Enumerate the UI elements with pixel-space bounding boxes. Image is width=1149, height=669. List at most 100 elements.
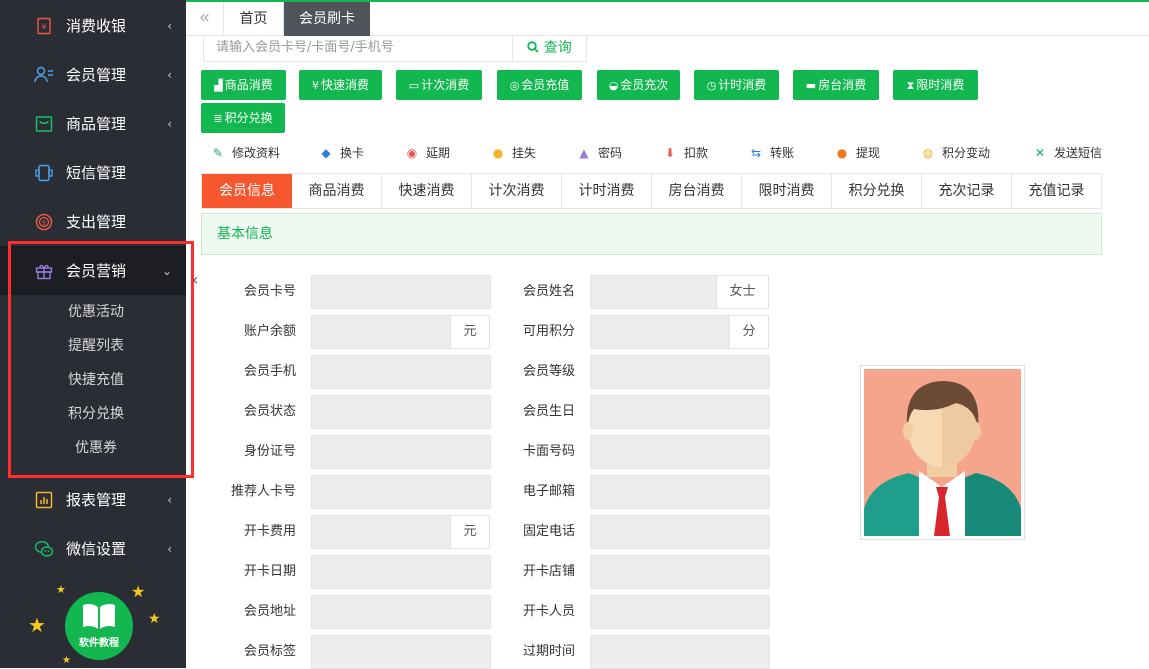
coins-icon: ≣	[213, 112, 223, 125]
subtab-count-consume[interactable]: 计次消费	[472, 174, 562, 208]
tag-icon: ◆	[321, 146, 331, 160]
transfer-link[interactable]: ⇆ 转账	[748, 143, 794, 163]
subtab-room-consume[interactable]: 房台消费	[652, 174, 742, 208]
withdraw-link[interactable]: ● 提现	[834, 143, 880, 163]
password-link[interactable]: ▲ 密码	[576, 143, 622, 163]
sidebar-item-goods[interactable]: 商品管理 ‹	[0, 99, 186, 148]
open-date-field[interactable]	[311, 555, 491, 589]
card-fee-field[interactable]	[311, 515, 451, 549]
member-tag-field[interactable]	[311, 635, 491, 669]
status-field[interactable]	[311, 395, 491, 429]
tab-scroll-left-button[interactable]: «	[186, 2, 224, 36]
svg-text:$: $	[42, 219, 46, 227]
star-icon: ★	[62, 655, 71, 666]
sms-icon	[34, 163, 54, 183]
goods-consume-button[interactable]: ▟ 商品消费	[201, 70, 286, 100]
phone-field[interactable]	[311, 355, 491, 389]
search-input[interactable]: 请输入会员卡号/卡面号/手机号	[203, 36, 513, 62]
address-field[interactable]	[311, 595, 491, 629]
landline-field[interactable]	[590, 515, 770, 549]
subtab-quick-consume[interactable]: 快速消费	[382, 174, 472, 208]
extend-link[interactable]: ◉ 延期	[404, 143, 450, 163]
book-icon	[83, 603, 115, 629]
sidebar-item-sms[interactable]: 短信管理	[0, 148, 186, 197]
card-face-number-field[interactable]	[590, 435, 770, 469]
sidebar-item-cashier[interactable]: ¥ 消费收银 ‹	[0, 1, 186, 50]
report-icon	[34, 490, 54, 510]
subtab-recharge-count-records[interactable]: 充次记录	[922, 174, 1012, 208]
star-icon: ★	[131, 582, 146, 601]
member-title-suffix: 女士	[716, 275, 769, 309]
card-number-field[interactable]	[311, 275, 491, 309]
subtab-recharge-records[interactable]: 充值记录	[1012, 174, 1101, 208]
sidebar-item-label: 商品管理	[66, 115, 127, 133]
sidebar-item-label: 消费收银	[66, 17, 127, 35]
sidebar-item-label: 支出管理	[66, 213, 127, 231]
balance-field[interactable]	[311, 315, 451, 349]
tab-member-card[interactable]: 会员刷卡	[284, 2, 370, 36]
star-icon: ★	[148, 611, 161, 627]
avatar-placeholder-icon	[864, 369, 1021, 536]
collapse-sidebar-icon[interactable]: ‹	[192, 270, 198, 289]
referrer-card-field[interactable]	[311, 475, 491, 509]
sidebar-item-wechat[interactable]: 微信设置 ‹	[0, 524, 186, 573]
tray-icon: ◒	[608, 79, 619, 92]
points-change-link[interactable]: ◍ 积分变动	[920, 143, 990, 163]
open-staff-field[interactable]	[590, 595, 770, 629]
member-recharge-count-button[interactable]: ◒ 会员充次	[597, 70, 680, 100]
download-icon: ⬇	[664, 146, 676, 160]
timed-consume-button[interactable]: ◷ 计时消费	[694, 70, 779, 100]
hourglass-icon: ⧗	[906, 79, 915, 92]
room-consume-button[interactable]: ▬ 房台消费	[793, 70, 879, 100]
expire-time-field[interactable]	[590, 635, 770, 669]
member-recharge-button[interactable]: ◎ 会员充值	[497, 70, 582, 100]
subtab-goods-consume[interactable]: 商品消费	[292, 174, 382, 208]
coins-icon: ◍	[922, 146, 934, 160]
search-button[interactable]: 查询	[512, 36, 587, 62]
bed-icon: ▬	[805, 79, 817, 92]
card-number-label: 会员卡号	[243, 284, 296, 299]
tutorial-label: 软件教程	[79, 638, 119, 649]
available-points-field[interactable]	[590, 315, 730, 349]
email-field[interactable]	[590, 475, 770, 509]
card-face-number-label: 卡面号码	[522, 444, 575, 459]
member-avatar[interactable]	[860, 365, 1025, 540]
member-name-field[interactable]	[590, 275, 717, 309]
count-consume-button[interactable]: ▭ 计次消费	[396, 70, 482, 100]
limited-consume-button[interactable]: ⧗ 限时消费	[893, 70, 978, 100]
referrer-card-label: 推荐人卡号	[230, 484, 296, 499]
birthday-field[interactable]	[590, 395, 770, 429]
chevron-left-icon: ‹	[167, 116, 172, 131]
sidebar-item-expense[interactable]: $ 支出管理	[0, 197, 186, 246]
user-manage-icon	[34, 65, 54, 85]
email-label: 电子邮箱	[522, 484, 575, 499]
search-icon	[527, 40, 543, 56]
subtab-timed-consume[interactable]: 计时消费	[562, 174, 652, 208]
deduct-link[interactable]: ⬇ 扣款	[662, 143, 708, 163]
lock-icon: ▲	[579, 146, 589, 160]
subtab-limited-consume[interactable]: 限时消费	[742, 174, 832, 208]
sidebar-item-member-manage[interactable]: 会员管理 ‹	[0, 50, 186, 99]
change-card-link[interactable]: ◆ 换卡	[318, 143, 364, 163]
quick-consume-button[interactable]: ¥ 快速消费	[299, 70, 382, 100]
sidebar-item-label: 微信设置	[66, 540, 127, 558]
id-number-field[interactable]	[311, 435, 491, 469]
send-sms-link[interactable]: ✕ 发送短信	[1032, 143, 1102, 163]
member-level-field[interactable]	[590, 355, 770, 389]
tab-home[interactable]: 首页	[224, 2, 284, 36]
tutorial-button[interactable]: 软件教程	[65, 592, 133, 660]
sidebar-item-label: 报表管理	[66, 491, 127, 509]
search-button-label: 查询	[543, 40, 572, 56]
edit-profile-link[interactable]: ✎ 修改资料	[210, 143, 280, 163]
points-unit: 分	[729, 315, 769, 349]
open-store-field[interactable]	[590, 555, 770, 589]
report-loss-link[interactable]: ● 挂失	[490, 143, 536, 163]
subtab-points-exchange[interactable]: 积分兑换	[832, 174, 922, 208]
birthday-label: 会员生日	[522, 404, 575, 419]
card-icon: ▭	[408, 79, 420, 92]
subtab-member-info[interactable]: 会员信息	[202, 174, 292, 208]
available-points-label: 可用积分	[522, 324, 575, 339]
sidebar-item-reports[interactable]: 报表管理 ‹	[0, 475, 186, 524]
points-exchange-button[interactable]: ≣ 积分兑换	[201, 103, 285, 133]
balance-label: 账户余额	[243, 324, 296, 339]
